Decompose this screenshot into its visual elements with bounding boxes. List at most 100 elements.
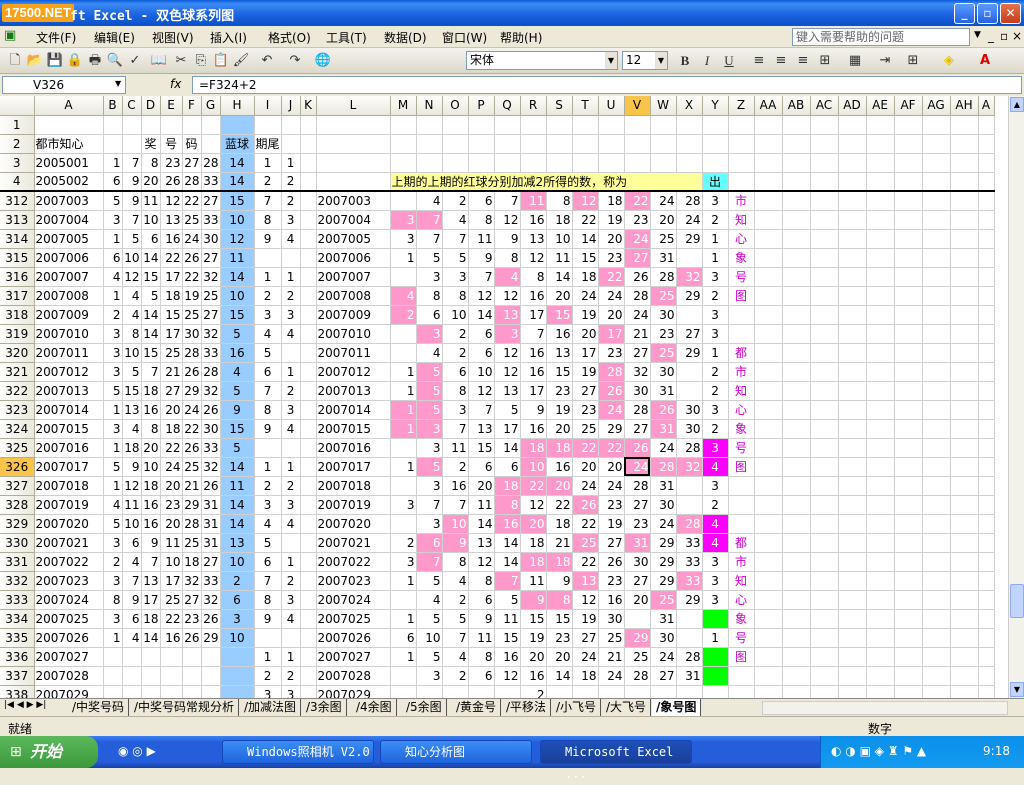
row-header-312[interactable]: 312 xyxy=(0,191,35,211)
cell-red-3[interactable]: 16 xyxy=(141,495,161,515)
cell-calc[interactable]: 7 xyxy=(442,229,469,249)
cell-j[interactable] xyxy=(281,343,301,363)
cell-empty[interactable] xyxy=(754,666,783,686)
sheet-tab[interactable]: /4余图 xyxy=(352,699,397,716)
cell-calc[interactable] xyxy=(390,438,417,458)
cell-empty[interactable] xyxy=(810,305,839,325)
cell-calc[interactable]: 31 xyxy=(624,533,651,553)
cell-empty[interactable] xyxy=(838,666,867,686)
cell-calc[interactable]: 17 xyxy=(598,324,625,344)
cell-calc[interactable]: 2 xyxy=(442,191,469,211)
sheet-tab[interactable]: /中奖号码 xyxy=(68,699,130,716)
cell-empty[interactable] xyxy=(894,590,923,610)
cell-calc[interactable] xyxy=(650,153,677,173)
cell-red-1[interactable]: 3 xyxy=(103,210,123,230)
cell-empty[interactable] xyxy=(922,438,951,458)
cell-empty[interactable] xyxy=(754,153,783,173)
cell-red-3[interactable]: 7 xyxy=(141,552,161,572)
cell-red-3[interactable]: 9 xyxy=(141,533,161,553)
cell-z[interactable]: 象 xyxy=(728,419,755,439)
row-header-331[interactable]: 331 xyxy=(0,552,35,572)
cell-issue[interactable]: 2007014 xyxy=(34,400,104,420)
cell-empty[interactable] xyxy=(782,153,811,173)
cell-calc[interactable]: 5 xyxy=(442,609,469,629)
cell-calc[interactable]: 25 xyxy=(598,628,625,648)
column-header-D[interactable]: D xyxy=(141,96,161,116)
cell-red-1[interactable]: 5 xyxy=(103,514,123,534)
cell-issue[interactable]: 2007010 xyxy=(34,324,104,344)
cell-i[interactable]: 8 xyxy=(254,210,282,230)
cell-i[interactable]: 4 xyxy=(254,324,282,344)
cell-calc[interactable]: 28 xyxy=(624,286,651,306)
cell-empty[interactable] xyxy=(894,248,923,268)
cell-calc[interactable]: 24 xyxy=(572,476,599,496)
cell-calc[interactable]: 8 xyxy=(442,286,469,306)
cell-calc[interactable]: 19 xyxy=(520,628,547,648)
cell-calc[interactable]: 28 xyxy=(676,438,703,458)
cell-y[interactable]: 3 xyxy=(702,552,729,572)
cell-calc[interactable] xyxy=(624,115,651,135)
cell-empty[interactable] xyxy=(838,267,867,287)
cell-red-1[interactable]: 2 xyxy=(103,552,123,572)
cell-issue-2[interactable]: 2007029 xyxy=(316,685,391,698)
cell-empty[interactable] xyxy=(281,134,301,154)
cell-calc[interactable]: 8 xyxy=(546,590,573,610)
cell-red-6[interactable]: 33 xyxy=(201,172,221,192)
cell-empty[interactable] xyxy=(978,286,995,306)
cell-i[interactable]: 7 xyxy=(254,191,282,211)
cell-z[interactable] xyxy=(728,666,755,686)
cell-calc[interactable]: 28 xyxy=(624,476,651,496)
cell-calc[interactable]: 27 xyxy=(624,571,651,591)
cell-red-6[interactable] xyxy=(201,685,221,698)
cell-issue[interactable]: 2007019 xyxy=(34,495,104,515)
cell-y[interactable]: 4 xyxy=(702,457,729,477)
cell-empty[interactable] xyxy=(978,191,995,211)
cell-calc[interactable]: 18 xyxy=(546,514,573,534)
cell-empty[interactable] xyxy=(300,134,317,154)
cell-empty[interactable] xyxy=(894,533,923,553)
cell-calc[interactable]: 16 xyxy=(520,286,547,306)
cell-i[interactable] xyxy=(254,248,282,268)
cell-empty[interactable] xyxy=(950,324,979,344)
cell-calc[interactable]: 24 xyxy=(650,647,677,667)
cell-empty[interactable] xyxy=(866,172,895,192)
cell-calc[interactable]: 29 xyxy=(676,286,703,306)
cell-calc[interactable]: 20 xyxy=(520,514,547,534)
cell-red-5[interactable]: 28 xyxy=(182,514,202,534)
cell-issue[interactable]: 2007017 xyxy=(34,457,104,477)
cell-empty[interactable] xyxy=(950,305,979,325)
cell-header-f[interactable]: 码 xyxy=(182,134,202,154)
cell-empty[interactable] xyxy=(978,457,995,477)
cell-calc[interactable]: 13 xyxy=(520,229,547,249)
cell-calc[interactable]: 12 xyxy=(494,210,521,230)
cell-j[interactable]: 3 xyxy=(281,305,301,325)
cell-k[interactable] xyxy=(300,571,317,591)
cell-empty[interactable] xyxy=(782,134,811,154)
cell-empty[interactable] xyxy=(782,666,811,686)
cell-issue-2[interactable]: 2007003 xyxy=(316,191,391,211)
cell-empty[interactable] xyxy=(950,134,979,154)
cell-issue[interactable]: 2007004 xyxy=(34,210,104,230)
cell-empty[interactable] xyxy=(894,628,923,648)
cell-issue-2[interactable]: 2007011 xyxy=(316,343,391,363)
cell-calc[interactable] xyxy=(442,685,469,698)
cell-red-4[interactable]: 22 xyxy=(160,438,183,458)
cell-empty[interactable] xyxy=(866,286,895,306)
cell-red-2[interactable]: 8 xyxy=(122,324,142,344)
cell-empty[interactable] xyxy=(978,115,995,135)
cell-j[interactable]: 1 xyxy=(281,457,301,477)
cell-calc[interactable] xyxy=(390,685,417,698)
cell-red-3[interactable]: 10 xyxy=(141,210,161,230)
cell-calc[interactable]: 27 xyxy=(624,419,651,439)
cell-empty[interactable] xyxy=(866,191,895,211)
cell-red-6[interactable]: 27 xyxy=(201,552,221,572)
tab-nav-icons[interactable]: |◀ ◀ ▶ ▶| xyxy=(4,700,46,710)
cell-issue[interactable]: 2007027 xyxy=(34,647,104,667)
cell-empty[interactable] xyxy=(866,362,895,382)
cell-red-4[interactable]: 22 xyxy=(160,609,183,629)
cell-calc[interactable]: 20 xyxy=(598,305,625,325)
cell-calc[interactable]: 24 xyxy=(650,514,677,534)
cell-calc[interactable]: 16 xyxy=(442,476,469,496)
cell-calc[interactable]: 15 xyxy=(494,628,521,648)
cell-calc[interactable]: 4 xyxy=(442,210,469,230)
